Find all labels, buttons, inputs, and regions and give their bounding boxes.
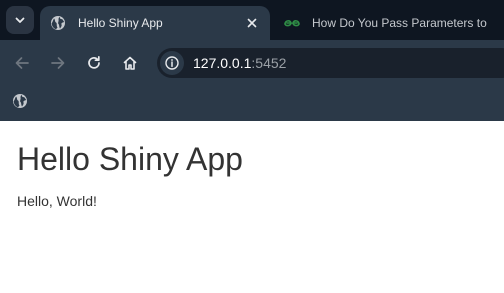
bookmark-globe[interactable]: [11, 92, 29, 110]
bookmarks-bar: [0, 86, 504, 121]
arrow-right-icon: [51, 57, 65, 69]
close-tab-button[interactable]: [244, 15, 260, 31]
home-icon: [123, 56, 137, 70]
reload-icon: [88, 55, 100, 69]
info-icon: [165, 56, 179, 70]
address-bar[interactable]: 127.0.0.1:5452: [157, 48, 504, 78]
globe-icon: [50, 15, 66, 31]
page-content: Hello Shiny App Hello, World!: [0, 121, 504, 293]
reload-button[interactable]: [82, 51, 106, 75]
forward-button[interactable]: [46, 51, 70, 75]
geeksforgeeks-icon: [284, 15, 300, 31]
tab-hello-shiny-app[interactable]: Hello Shiny App: [40, 6, 270, 40]
home-button[interactable]: [118, 51, 142, 75]
globe-icon: [13, 94, 27, 108]
close-icon: [247, 18, 257, 28]
chevron-down-icon: [15, 17, 25, 23]
url-port: :5452: [251, 55, 287, 71]
tab-strip: Hello Shiny App How Do You Pass Paramete…: [0, 0, 504, 40]
page-text: Hello, World!: [17, 193, 97, 209]
url-host: 127.0.0.1: [193, 55, 252, 71]
tab-pass-parameters[interactable]: How Do You Pass Parameters to: [274, 6, 504, 40]
tab-title: Hello Shiny App: [78, 16, 163, 30]
tab-search-button[interactable]: [6, 6, 34, 34]
site-info-button[interactable]: [160, 51, 184, 75]
browser-chrome: Hello Shiny App How Do You Pass Paramete…: [0, 0, 504, 121]
back-button[interactable]: [10, 51, 34, 75]
url-text: 127.0.0.1:5452: [193, 55, 286, 71]
tab-title: How Do You Pass Parameters to: [312, 16, 487, 30]
arrow-left-icon: [15, 57, 29, 69]
page-title: Hello Shiny App: [17, 141, 243, 177]
